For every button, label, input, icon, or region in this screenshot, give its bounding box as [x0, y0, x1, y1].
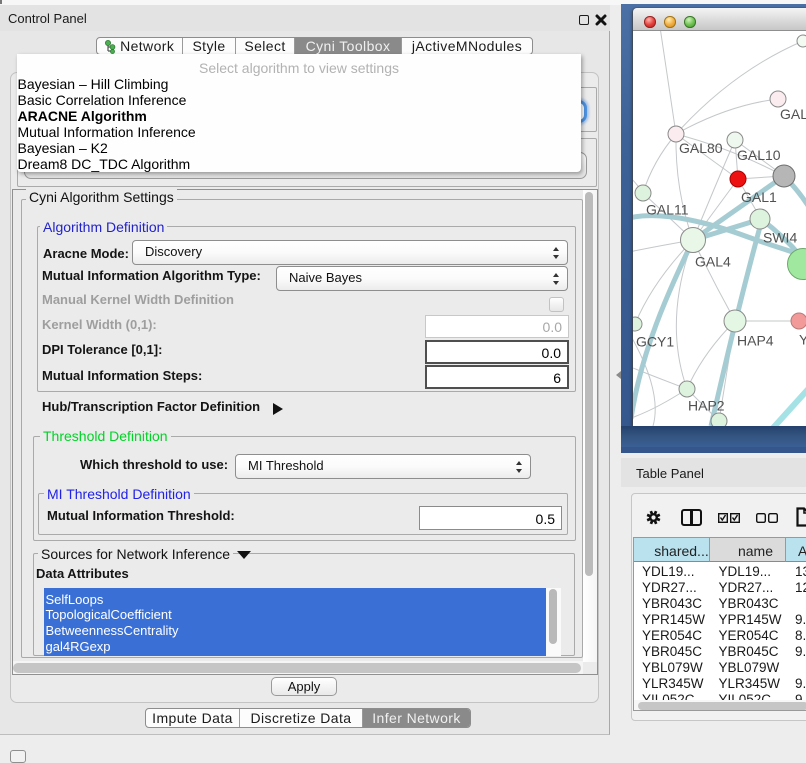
svg-text:HAP4: HAP4 [737, 333, 774, 349]
svg-text:GAL4: GAL4 [695, 254, 731, 270]
svg-text:GAL11: GAL11 [646, 202, 689, 218]
svg-text:GAL10: GAL10 [737, 147, 781, 163]
svg-text:Y: Y [799, 332, 806, 348]
svg-text:GAL1: GAL1 [741, 189, 777, 205]
svg-text:HAP2: HAP2 [688, 398, 725, 414]
svg-text:GAL80: GAL80 [679, 140, 723, 156]
svg-text:GCY1: GCY1 [636, 334, 674, 350]
svg-text:SWI4: SWI4 [763, 230, 797, 246]
svg-text:GAL7: GAL7 [780, 106, 806, 122]
